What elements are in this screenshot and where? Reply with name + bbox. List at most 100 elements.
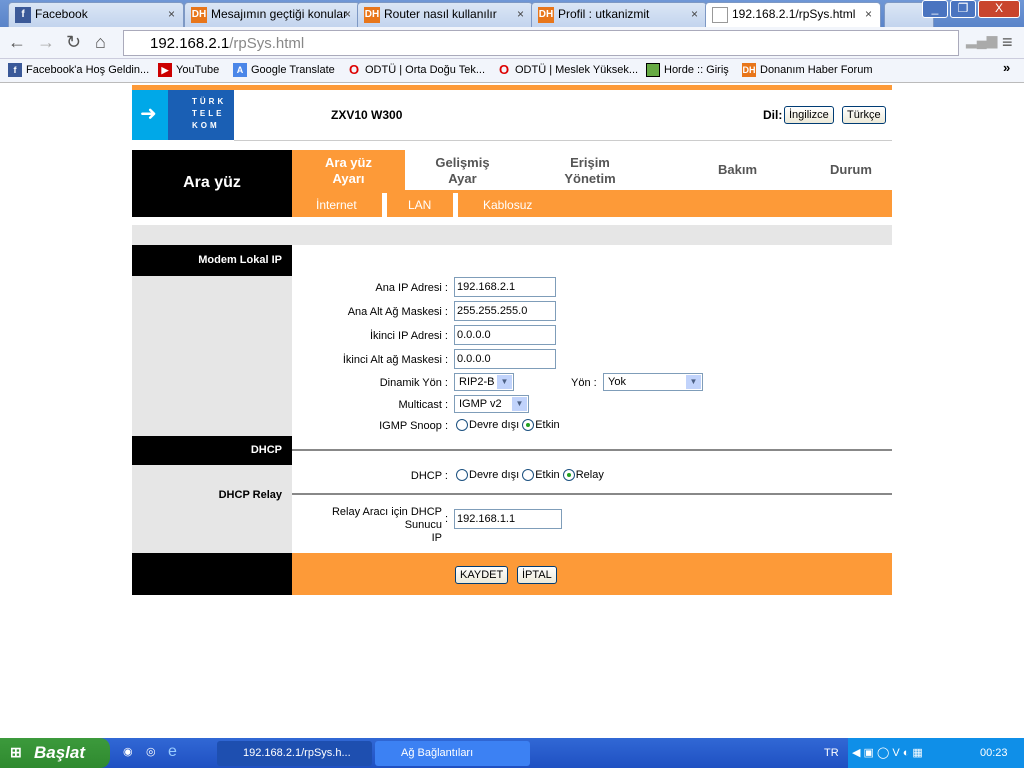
snoop-disabled-radio[interactable] xyxy=(456,419,468,432)
youtube-icon: ▶ xyxy=(158,63,172,77)
lan-section-title: Modem Lokal IP xyxy=(132,245,292,276)
multicast-label: Multicast : xyxy=(398,399,448,411)
window-controls: _ ❐ X xyxy=(922,0,1020,18)
subnet-mask-input[interactable]: 255.255.255.0 xyxy=(454,301,556,321)
direction-label: Yön : xyxy=(571,377,597,389)
bookmark[interactable]: O ODTÜ | Meslek Yüksek... xyxy=(497,63,638,77)
forward-icon[interactable]: → xyxy=(37,32,55,53)
language-indicator[interactable]: TR xyxy=(824,747,839,759)
opera-icon: O xyxy=(348,62,360,77)
ie-icon[interactable]: e xyxy=(168,743,177,761)
dh-icon: DH xyxy=(538,7,554,23)
dynamic-route-select[interactable]: RIP2-B ▼ xyxy=(454,373,514,391)
facebook-icon: f xyxy=(15,7,31,23)
ip-address-input[interactable]: 192.168.2.1 xyxy=(454,277,556,297)
bookmark[interactable]: ▶ YouTube xyxy=(158,63,219,77)
minimize-button[interactable]: _ xyxy=(922,0,948,18)
windows-logo-icon: ⊞ xyxy=(10,744,22,760)
bookmark[interactable]: O ODTÜ | Orta Doğu Tek... xyxy=(347,63,485,77)
close-window-button[interactable]: X xyxy=(978,0,1020,18)
multicast-select[interactable]: IGMP v2 ▼ xyxy=(454,395,529,413)
subtab-wireless[interactable]: Kablosuz xyxy=(483,198,532,212)
footer-bar xyxy=(292,553,892,595)
relay-server-label: Relay Aracı için DHCP Sunucu IP xyxy=(331,506,442,544)
tab-advanced-settings[interactable]: Gelişmiş Ayar xyxy=(405,150,520,190)
back-icon[interactable]: ← xyxy=(8,32,26,53)
close-tab-icon[interactable]: × xyxy=(344,7,351,21)
dh-icon: DH xyxy=(191,7,207,23)
dhcp-radio-group: Devre dışı Etkin Relay xyxy=(456,469,604,482)
section-title: Ara yüz xyxy=(132,150,292,217)
igmp-snoop-label: IGMP Snoop : xyxy=(379,420,448,432)
close-tab-icon[interactable]: × xyxy=(168,7,175,21)
chrome-quicklaunch-icon[interactable]: ◉ xyxy=(123,745,133,758)
taskbar-item-network[interactable]: Ağ Bağlantıları xyxy=(375,741,530,766)
chevron-down-icon: ▼ xyxy=(686,375,701,389)
system-tray: TR ◀ ▣ ◯ V ◐ ▦ 00:23 xyxy=(824,738,1024,768)
clock: 00:23 xyxy=(980,747,1008,759)
dhcp-enabled-radio[interactable] xyxy=(522,469,535,482)
tab-maintenance[interactable]: Bakım xyxy=(690,150,785,190)
dhcp-disabled-radio[interactable] xyxy=(456,469,468,482)
subtab-internet[interactable]: İnternet xyxy=(316,198,357,212)
facebook-icon: f xyxy=(8,63,22,77)
tray-icons[interactable]: ◀ ▣ ◯ V ◐ ▦ xyxy=(852,746,923,759)
chevron-down-icon: ▼ xyxy=(512,397,527,411)
divider xyxy=(234,140,892,141)
turk-telekom-logo: ➜ TÜRK TELE KOM xyxy=(132,90,234,140)
browser-tab[interactable]: f Facebook × xyxy=(8,2,184,27)
horde-icon xyxy=(646,63,660,77)
subtab-lan[interactable]: LAN xyxy=(408,198,431,212)
close-tab-icon[interactable]: × xyxy=(691,7,698,21)
bookmark[interactable]: DH Donanım Haber Forum xyxy=(742,63,873,77)
ip-label: Ana IP Adresi : xyxy=(375,282,448,294)
taskbar-item-browser[interactable]: 192.168.2.1/rpSys.h... xyxy=(217,741,372,766)
secondary-ip-input[interactable]: 0.0.0.0 xyxy=(454,325,556,345)
close-tab-icon[interactable]: × xyxy=(865,7,872,21)
close-tab-icon[interactable]: × xyxy=(517,7,524,21)
secondary-mask-input[interactable]: 0.0.0.0 xyxy=(454,349,556,369)
browser-tab[interactable]: DH Mesajımın geçtiği konular × xyxy=(184,2,360,27)
menu-icon[interactable]: ≡ xyxy=(1002,32,1013,53)
page-icon xyxy=(712,7,728,23)
direction-select[interactable]: Yok ▼ xyxy=(603,373,703,391)
english-button[interactable]: İngilizce xyxy=(784,106,834,124)
dynamic-route-label: Dinamik Yön : xyxy=(379,377,448,389)
divider xyxy=(292,449,892,451)
signal-icon: ▂▄▆ xyxy=(966,32,998,48)
tab-strip: f Facebook × DH Mesajımın geçtiği konular × … xyxy=(0,0,1024,27)
opera-icon: O xyxy=(498,62,510,77)
dhcp-label: DHCP : xyxy=(410,470,448,482)
tab-access-management[interactable]: Erişim Yönetim xyxy=(530,150,650,190)
browser-tab-active[interactable]: 192.168.2.1/rpSys.html × xyxy=(705,2,881,27)
maximize-button[interactable]: ❐ xyxy=(950,0,976,18)
browser-tab[interactable]: DH Profil : utkanizmit × xyxy=(531,2,707,27)
tab-interface-settings[interactable]: Ara yüz Ayarı xyxy=(292,150,405,190)
top-stripe xyxy=(132,85,892,90)
save-button[interactable]: KAYDET xyxy=(455,566,509,584)
browser-tab[interactable]: DH Router nasıl kullanılır × xyxy=(357,2,533,27)
dhcp-section-title: DHCP xyxy=(132,436,292,465)
divider xyxy=(292,493,892,495)
snoop-enabled-radio[interactable] xyxy=(522,419,535,432)
address-bar[interactable]: 192.168.2.1/rpSys.html xyxy=(123,30,959,56)
tab-status[interactable]: Durum xyxy=(810,150,892,190)
bookmark[interactable]: Horde :: Giriş xyxy=(646,63,729,77)
home-icon[interactable]: ⌂ xyxy=(95,32,106,53)
bookmarks-bar: f Facebook'a Hoş Geldin... ▶ YouTube A Goog… xyxy=(0,59,1024,83)
quicklaunch-icon[interactable]: ◎ xyxy=(146,745,156,758)
footer-left xyxy=(132,553,292,595)
dhcp-relay-radio[interactable] xyxy=(562,469,575,482)
dhcp-relay-title: DHCP Relay xyxy=(218,489,282,501)
start-button[interactable]: ⊞ Başlat xyxy=(0,738,110,768)
bookmark[interactable]: f Facebook'a Hoş Geldin... xyxy=(8,63,149,77)
ip2-label: İkinci IP Adresi : xyxy=(369,330,448,342)
cancel-button[interactable]: İPTAL xyxy=(517,566,557,584)
dh-icon: DH xyxy=(742,63,756,77)
reload-icon[interactable]: ↻ xyxy=(66,32,81,53)
more-bookmarks-icon[interactable]: » xyxy=(1003,60,1010,75)
taskbar: ⊞ Başlat ◉ ◎ e 192.168.2.1/rpSys.h... Ağ … xyxy=(0,738,1024,768)
turkish-button[interactable]: Türkçe xyxy=(842,106,886,124)
relay-server-ip-input[interactable]: 192.168.1.1 xyxy=(454,509,562,529)
bookmark[interactable]: A Google Translate xyxy=(233,63,335,77)
